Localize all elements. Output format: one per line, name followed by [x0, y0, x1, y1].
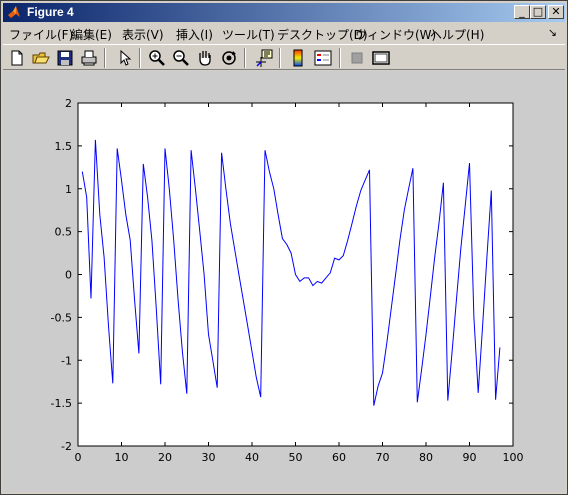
x-tick-label: 80	[419, 451, 433, 464]
figure-canvas: 0 10 20 30 40 50 60 70 80 90 100 2 1.5 1 0.5 0 -0.5 -1 -1.…	[3, 71, 565, 492]
x-tick-label: 60	[332, 451, 346, 464]
y-tick-label: -1.5	[51, 397, 72, 410]
menu-tools[interactable]: ツール(T)	[222, 26, 275, 43]
toolbar-separator	[139, 48, 141, 68]
close-button[interactable]: ✕	[548, 5, 564, 19]
x-tick-label: 0	[75, 451, 82, 464]
zoom-out-icon[interactable]	[171, 48, 191, 68]
y-tick-label: 0	[65, 269, 72, 282]
legend-icon[interactable]	[313, 48, 333, 68]
print-icon[interactable]	[79, 48, 99, 68]
x-tick-label: 30	[202, 451, 216, 464]
menu-window[interactable]: ウィンドウ(W)	[355, 26, 436, 43]
edit-plot-arrow-icon[interactable]	[115, 48, 135, 68]
x-tick-label: 90	[463, 451, 477, 464]
y-tick-label: 0.5	[55, 226, 73, 239]
rotate-3d-icon[interactable]	[219, 48, 239, 68]
line-plot[interactable]: 0 10 20 30 40 50 60 70 80 90 100 2 1.5 1 0.5 0 -0.5 -1 -1.…	[3, 71, 565, 492]
new-figure-icon[interactable]	[7, 48, 27, 68]
zoom-in-icon[interactable]	[147, 48, 167, 68]
x-tick-label: 50	[289, 451, 303, 464]
y-tick-label: -0.5	[51, 311, 72, 324]
x-tick-label: 70	[376, 451, 390, 464]
y-tick-label: 1	[65, 183, 72, 196]
toolbar-separator	[339, 48, 341, 68]
y-tick-label: -2	[61, 440, 72, 453]
title-bar[interactable]: Figure 4 _ □ ✕	[3, 3, 565, 22]
toolbar-separator	[104, 48, 106, 68]
figure-toolbar	[3, 44, 565, 70]
menu-file[interactable]: ファイル(F)	[9, 26, 73, 43]
colorbar-icon[interactable]	[288, 48, 308, 68]
menu-overflow-icon[interactable]: ↘	[548, 26, 557, 39]
maximize-button[interactable]: □	[530, 5, 546, 19]
toolbar-separator	[244, 48, 246, 68]
menu-insert[interactable]: 挿入(I)	[176, 26, 213, 43]
y-tick-label: 2	[65, 97, 72, 110]
minimize-button[interactable]: _	[514, 5, 530, 19]
figure-window: Figure 4 _ □ ✕ ファイル(F) 編集(E) 表示(V) 挿入(I)…	[0, 0, 568, 495]
x-tick-label: 100	[503, 451, 524, 464]
y-tick-label: -1	[61, 354, 72, 367]
window-title: Figure 4	[27, 5, 74, 19]
matlab-logo-icon	[8, 6, 20, 18]
toolbar-separator	[279, 48, 281, 68]
x-tick-label: 20	[158, 451, 172, 464]
menu-edit[interactable]: 編集(E)	[71, 26, 112, 43]
hide-plot-tools-icon[interactable]	[347, 48, 367, 68]
y-tick-label: 1.5	[55, 140, 73, 153]
menu-view[interactable]: 表示(V)	[122, 26, 164, 43]
open-file-icon[interactable]	[31, 48, 51, 68]
pan-hand-icon[interactable]	[195, 48, 215, 68]
x-tick-label: 10	[115, 451, 129, 464]
x-tick-label: 40	[245, 451, 259, 464]
menu-bar: ファイル(F) 編集(E) 表示(V) 挿入(I) ツール(T) デスクトップ(…	[3, 23, 565, 43]
save-icon[interactable]	[55, 48, 75, 68]
menu-help[interactable]: ヘルプ(H)	[430, 26, 484, 43]
show-plot-tools-icon[interactable]	[371, 48, 391, 68]
data-cursor-icon[interactable]	[254, 48, 274, 68]
